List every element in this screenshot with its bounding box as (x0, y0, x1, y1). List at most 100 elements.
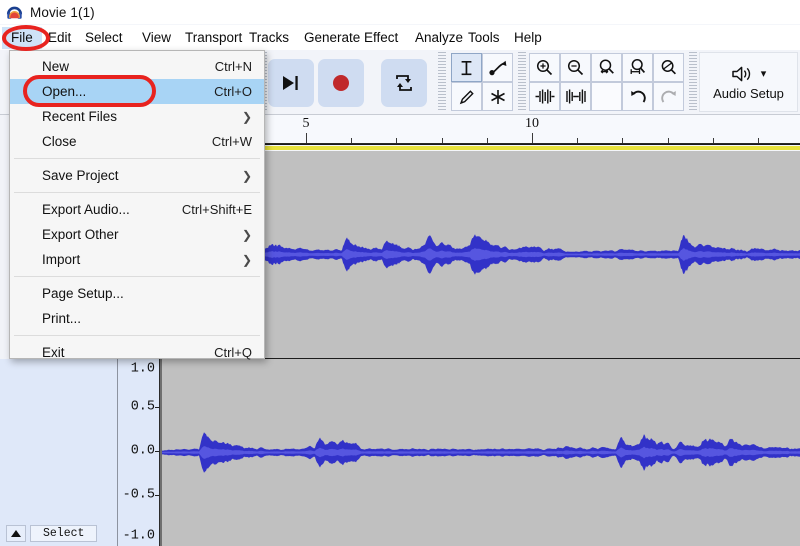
menu-separator (14, 158, 260, 159)
track-2-select-row: Select (6, 525, 98, 542)
vruler-tick (155, 407, 159, 408)
menu-item-help[interactable]: Help (505, 27, 551, 49)
track-2-select-button[interactable]: Select (30, 525, 98, 542)
trim-audio-button[interactable] (529, 82, 560, 111)
skip-end-icon (283, 76, 298, 90)
audio-setup-button[interactable]: ▾ Audio Setup (699, 52, 798, 112)
undo-button[interactable] (622, 82, 653, 111)
record-circle-icon (333, 75, 349, 91)
file-menu-item-shortcut: Ctrl+N (214, 59, 252, 74)
file-menu-item-import[interactable]: Import ❯ (10, 247, 264, 272)
track-2-control-panel[interactable]: Select (0, 359, 118, 546)
file-menu-item-close[interactable]: Close Ctrl+W (10, 129, 264, 154)
audio-setup-dropdown-arrow[interactable]: ▾ (761, 67, 767, 80)
chevron-right-icon: ❯ (241, 109, 252, 124)
magnifier-toggle-icon (661, 60, 677, 75)
window-title: Movie 1(1) (30, 4, 95, 20)
file-menu-item-pagesetup[interactable]: Page Setup... (10, 281, 264, 306)
track-2-vertical-ruler: 1.0 0.5 0.0 -0.5 -1.0 (118, 359, 160, 546)
file-menu-item-shortcut: Ctrl+Shift+E (181, 202, 252, 217)
file-menu-item-label: Export Audio... (42, 202, 130, 217)
magnifier-plus-icon (536, 59, 553, 76)
ruler-minor-tick (442, 138, 443, 143)
audacity-window: Movie 1(1) File Edit Select View Transport Tr… (0, 0, 800, 546)
file-menu-item-label: New (42, 59, 70, 74)
zoom-in-button[interactable] (529, 53, 560, 82)
track-2-collapse-button[interactable] (6, 525, 26, 542)
title-bar: Movie 1(1) (0, 0, 800, 24)
file-menu-item-label: Exit (42, 345, 65, 360)
menu-separator (14, 192, 260, 193)
selection-tool[interactable] (451, 53, 482, 82)
file-menu-item-exportaudio[interactable]: Export Audio... Ctrl+Shift+E (10, 197, 264, 222)
envelope-icon (488, 60, 506, 75)
file-menu-item-shortcut: Ctrl+Q (214, 345, 252, 360)
fit-project-button[interactable] (622, 53, 653, 82)
menu-item-select[interactable]: Select (76, 27, 132, 49)
vruler-tick (155, 451, 159, 452)
vruler-tick (155, 495, 159, 496)
menu-item-tracks[interactable]: Tracks (240, 27, 298, 49)
ruler-label: 10 (525, 116, 539, 131)
audio-setup-grabber[interactable] (689, 52, 697, 112)
file-menu-item-saveproject[interactable]: Save Project ❯ (10, 163, 264, 188)
vruler-label: 0.0 (130, 443, 155, 459)
ruler-minor-tick (758, 138, 759, 143)
file-menu-item-label: Export Other (42, 227, 119, 242)
file-dropdown-menu[interactable]: New Ctrl+N Open... Ctrl+O Recent Files ❯ Close… (9, 50, 265, 360)
asterisk-icon (490, 89, 505, 104)
multi-tool[interactable] (482, 82, 513, 111)
file-menu-item-label: Save Project (42, 168, 119, 183)
chevron-right-icon: ❯ (241, 252, 252, 267)
envelope-tool[interactable] (482, 53, 513, 82)
undo-arrow-icon (630, 90, 646, 103)
menu-item-file[interactable]: File (2, 26, 42, 49)
file-menu-item-print[interactable]: Print... (10, 306, 264, 331)
file-menu-item-open[interactable]: Open... Ctrl+O (10, 79, 264, 104)
vruler-label: -1.0 (122, 528, 155, 544)
chevron-right-icon: ❯ (241, 168, 252, 183)
ruler-major-tick (532, 133, 533, 143)
menu-separator (14, 335, 260, 336)
chevron-right-icon: ❯ (241, 227, 252, 242)
draw-tool[interactable] (451, 82, 482, 111)
menu-separator (14, 276, 260, 277)
file-menu-item-recentfiles[interactable]: Recent Files ❯ (10, 104, 264, 129)
vruler-label: -0.5 (122, 487, 155, 503)
audacity-headphones-icon (6, 4, 23, 21)
ruler-minor-tick (668, 138, 669, 143)
silence-selection-icon (565, 89, 586, 104)
file-menu-item-label: Page Setup... (42, 286, 124, 301)
record-button[interactable] (318, 59, 364, 107)
fit-selection-button[interactable] (591, 53, 622, 82)
file-menu-item-shortcut: Ctrl+O (214, 84, 252, 99)
file-menu-item-new[interactable]: New Ctrl+N (10, 54, 264, 79)
edit-toolbar-grabber[interactable] (518, 52, 526, 112)
tools-toolbar-grabber[interactable] (438, 52, 446, 112)
file-menu-item-label: Open... (42, 84, 87, 99)
menu-item-tools[interactable]: Tools (459, 27, 509, 49)
track-2-waveform-area[interactable] (160, 359, 800, 546)
zoom-toggle-button[interactable] (653, 53, 684, 82)
file-menu-item-exit[interactable]: Exit Ctrl+Q (10, 340, 264, 365)
menu-item-edit[interactable]: Edit (39, 27, 80, 49)
loop-button[interactable] (381, 59, 427, 107)
file-menu-item-label: Close (42, 134, 77, 149)
menu-item-effect[interactable]: Effect (355, 27, 407, 49)
speaker-icon (731, 66, 750, 81)
silence-audio-button[interactable] (560, 82, 591, 111)
ruler-minor-tick (622, 138, 623, 143)
file-menu-item-exportother[interactable]: Export Other ❯ (10, 222, 264, 247)
ruler-minor-tick (713, 138, 714, 143)
redo-button[interactable] (653, 82, 684, 111)
ruler-minor-tick (396, 138, 397, 143)
audio-setup-label: Audio Setup (713, 85, 784, 101)
magnifier-minus-icon (567, 59, 584, 76)
zoom-out-button[interactable] (560, 53, 591, 82)
menu-bar: File Edit Select View Transport Tracks Generat… (0, 25, 800, 50)
i-beam-icon (461, 60, 472, 75)
skip-to-end-button[interactable] (268, 59, 314, 107)
menu-item-view[interactable]: View (133, 27, 180, 49)
toolbar-empty-cell (591, 82, 622, 111)
ruler-minor-tick (487, 138, 488, 143)
